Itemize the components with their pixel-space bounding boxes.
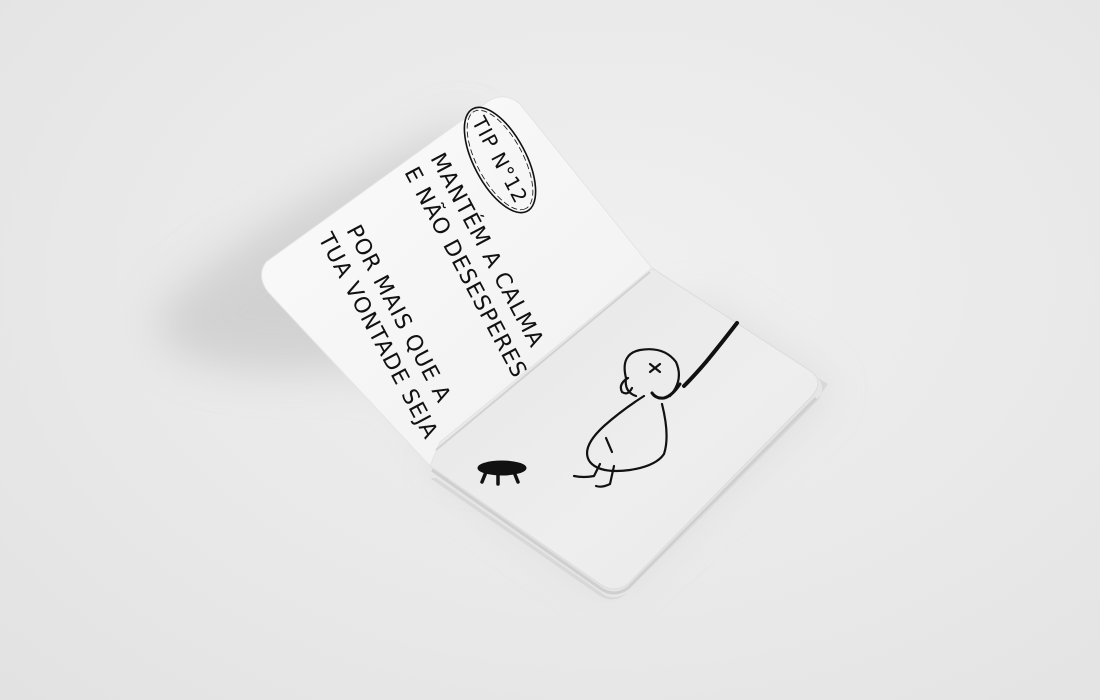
booklet-mockup-scene: TIP N°12 MANTÉM A CALMA E NÃO DESESPERES… bbox=[156, 96, 830, 600]
